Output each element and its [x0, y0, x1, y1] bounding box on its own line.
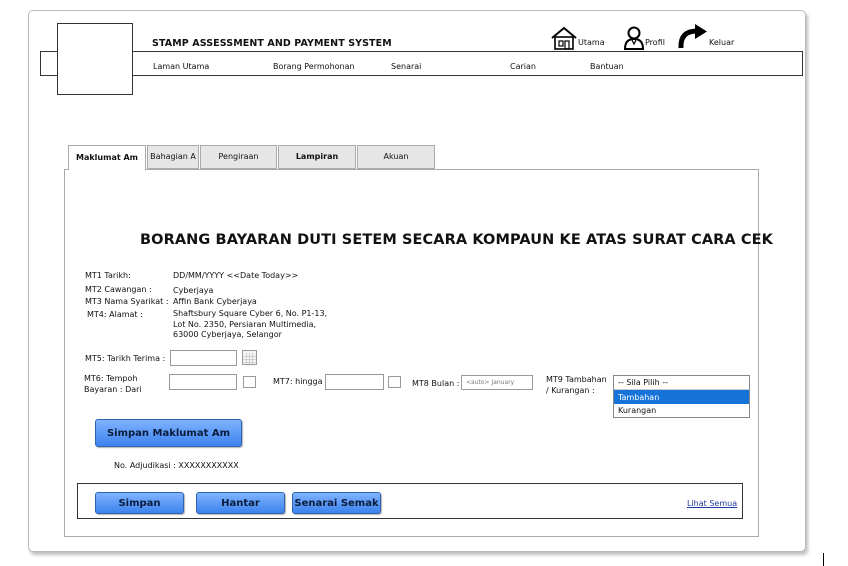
save-general-button[interactable]: Simpan Maklumat Am — [95, 419, 242, 447]
nav-laman-utama[interactable]: Laman Utama — [153, 62, 209, 71]
mt1-value: DD/MM/YYYY <<Date Today>> — [173, 271, 299, 280]
tab-bahagian-a[interactable]: Bahagian A — [147, 145, 199, 169]
mt9-label-line-1: MT9 Tambahan — [546, 375, 607, 384]
mt7-calendar-button[interactable] — [388, 376, 401, 388]
nav-bantuan[interactable]: Bantuan — [590, 62, 624, 71]
form-title: BORANG BAYARAN DUTI SETEM SECARA KOMPAUN… — [140, 232, 773, 248]
mt5-date-input[interactable] — [170, 350, 237, 366]
save-button[interactable]: Simpan — [95, 492, 184, 514]
dropdown-option-tambahan[interactable]: Tambahan — [614, 390, 749, 404]
home-label: Utama — [578, 38, 605, 47]
logout-arrow-icon — [677, 24, 709, 54]
logout-label: Keluar — [709, 38, 735, 47]
tab-maklumat-am[interactable]: Maklumat Am — [68, 145, 146, 170]
mt7-label: MT7: hingga — [273, 377, 323, 386]
tab-akuan[interactable]: Akuan — [357, 145, 435, 169]
mt9-dropdown[interactable]: -- Sila Pilih -- Tambahan Kurangan — [613, 375, 750, 418]
view-all-link[interactable]: Lihat Semua — [687, 499, 737, 508]
nav-carian[interactable]: Carian — [510, 62, 536, 71]
mt4-label: MT4: Alamat : — [87, 310, 143, 319]
adjudication-number: No. Adjudikasi : XXXXXXXXXXX — [114, 461, 239, 470]
mt8-label: MT8 Bulan : — [412, 379, 460, 388]
mt6-from-date-input[interactable] — [169, 374, 237, 390]
mt9-label-line-2: / Kurangan : — [546, 386, 595, 395]
mt6-label-line-2: Bayaran : Dari — [84, 385, 142, 394]
nav-senarai[interactable]: Senarai — [391, 62, 421, 71]
mt4-address-line-3: 63000 Cyberjaya, Selangor — [173, 330, 282, 339]
mt7-to-date-input[interactable] — [325, 374, 384, 390]
mt2-label: MT2 Cawangan : — [85, 285, 152, 294]
nav-borang-permohonan[interactable]: Borang Permohonan — [273, 62, 355, 71]
mt3-label: MT3 Nama Syarikat : — [85, 297, 169, 306]
submit-button[interactable]: Hantar — [196, 492, 285, 514]
mt6-label-line-1: MT6: Tempoh — [84, 374, 138, 383]
checklist-button[interactable]: Senarai Semak — [292, 492, 381, 514]
dropdown-option-kurangan[interactable]: Kurangan — [614, 404, 749, 417]
mt5-label: MT5: Tarikh Terima : — [85, 354, 166, 363]
form-panel — [64, 169, 759, 537]
home-icon — [550, 26, 578, 54]
mt1-label: MT1 Tarikh: — [85, 271, 131, 280]
text-cursor — [823, 553, 824, 566]
profile-label: Profil — [645, 38, 665, 47]
profile-icon — [623, 26, 645, 54]
logo-placeholder — [57, 23, 133, 95]
mt8-month-field[interactable]: <auto> January — [461, 375, 533, 390]
mt5-calendar-icon[interactable] — [242, 350, 257, 366]
mt4-address-line-1: Shaftsbury Square Cyber 6, No. P1-13, — [173, 309, 328, 318]
mt2-value: Cyberjaya — [173, 286, 214, 295]
mt4-address-line-2: Lot No. 2350, Persiaran Multimedia, — [173, 320, 317, 329]
dropdown-option-placeholder[interactable]: -- Sila Pilih -- — [614, 376, 749, 390]
mt6-calendar-button[interactable] — [243, 376, 256, 388]
tab-lampiran[interactable]: Lampiran — [278, 145, 356, 169]
system-title: STAMP ASSESSMENT AND PAYMENT SYSTEM — [152, 38, 392, 49]
mt3-value: Affin Bank Cyberjaya — [173, 297, 257, 306]
tab-pengiraan[interactable]: Pengiraan — [200, 145, 277, 169]
